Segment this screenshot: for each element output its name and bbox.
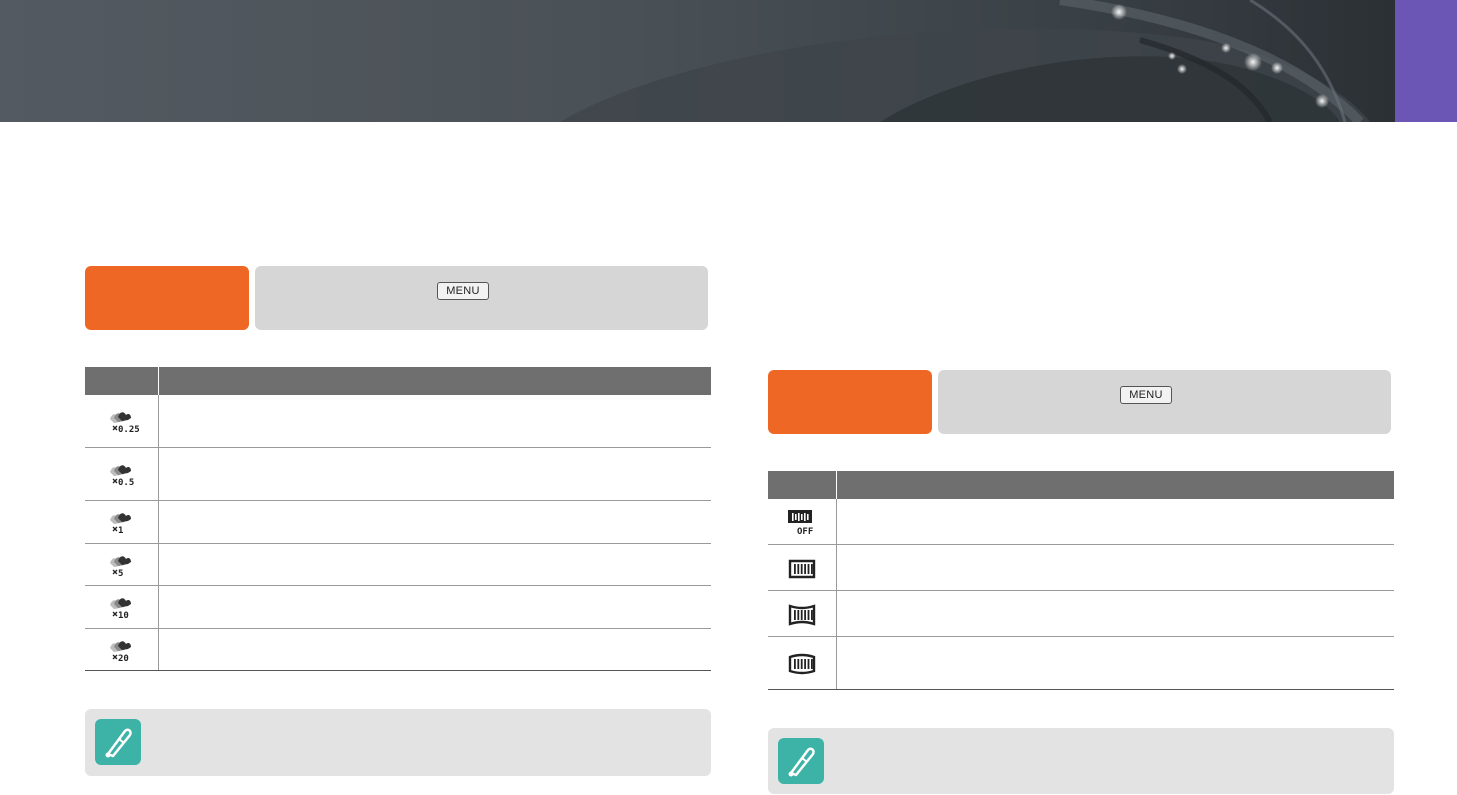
pen-note-icon (95, 719, 141, 765)
table-row: 5 (85, 544, 711, 586)
left-note-box (85, 709, 711, 776)
dynamic-range-low-icon (768, 545, 837, 590)
row-description (159, 501, 711, 543)
header-desc-cell (837, 471, 1394, 499)
table-header (85, 367, 711, 395)
dynamic-range-high-icon (768, 637, 837, 689)
right-note-box (768, 728, 1394, 794)
header-icon-cell (85, 367, 159, 395)
chapter-tab[interactable] (1395, 0, 1457, 122)
dynamic-range-off-icon: OFF (768, 499, 837, 544)
table-row: 20 (85, 629, 711, 671)
timelapse-x0.5-icon: 0.5 (85, 448, 159, 500)
timelapse-x5-icon: 5 (85, 544, 159, 585)
table-row: 0.25 (85, 395, 711, 448)
svg-text:0.25: 0.25 (118, 425, 140, 435)
table-row: 1 (85, 501, 711, 544)
row-description (159, 629, 711, 670)
left-menu-path: MENU (255, 266, 708, 330)
row-description (837, 591, 1394, 636)
table-row: 10 (85, 586, 711, 629)
row-description (159, 395, 711, 447)
svg-text:0.5: 0.5 (118, 478, 134, 488)
timelapse-x0.25-icon: 0.25 (85, 395, 159, 447)
row-description (837, 499, 1394, 544)
timelapse-x20-icon: 20 (85, 629, 159, 670)
timelapse-x1-icon: 1 (85, 501, 159, 543)
header-desc-cell (159, 367, 711, 395)
table-header (768, 471, 1394, 499)
table-row (768, 637, 1394, 690)
row-description (159, 448, 711, 500)
svg-text:10: 10 (118, 611, 129, 621)
dynamic-range-medium-icon (768, 591, 837, 636)
table-row (768, 545, 1394, 591)
right-mode-label (768, 370, 932, 434)
menu-key: MENU (1120, 386, 1172, 404)
left-options-table: 0.25 0.5 1 5 10 20 (85, 367, 711, 671)
header-icon-cell (768, 471, 837, 499)
menu-key: MENU (437, 282, 489, 300)
table-row: 0.5 (85, 448, 711, 501)
row-description (159, 586, 711, 628)
table-row: OFF (768, 499, 1394, 545)
right-menu-path: MENU (938, 370, 1391, 434)
header-banner (0, 0, 1395, 122)
right-table-body: OFF (768, 499, 1394, 690)
pen-note-icon (778, 738, 824, 784)
timelapse-x10-icon: 10 (85, 586, 159, 628)
svg-text:1: 1 (118, 526, 123, 536)
table-row (768, 591, 1394, 637)
left-table-body: 0.25 0.5 1 5 10 20 (85, 395, 711, 671)
lens-artwork (560, 0, 1370, 122)
left-mode-label (85, 266, 249, 330)
row-description (159, 544, 711, 585)
row-description (837, 545, 1394, 590)
svg-text:OFF: OFF (797, 527, 813, 537)
right-options-table: OFF (768, 471, 1394, 690)
svg-text:5: 5 (118, 569, 123, 579)
left-setting-bar: MENU (85, 266, 708, 330)
svg-text:20: 20 (118, 654, 129, 664)
manual-page: MENU 0.25 0.5 1 5 10 20 MENU OFF (0, 0, 1457, 795)
row-description (837, 637, 1394, 689)
right-setting-bar: MENU (768, 370, 1391, 434)
